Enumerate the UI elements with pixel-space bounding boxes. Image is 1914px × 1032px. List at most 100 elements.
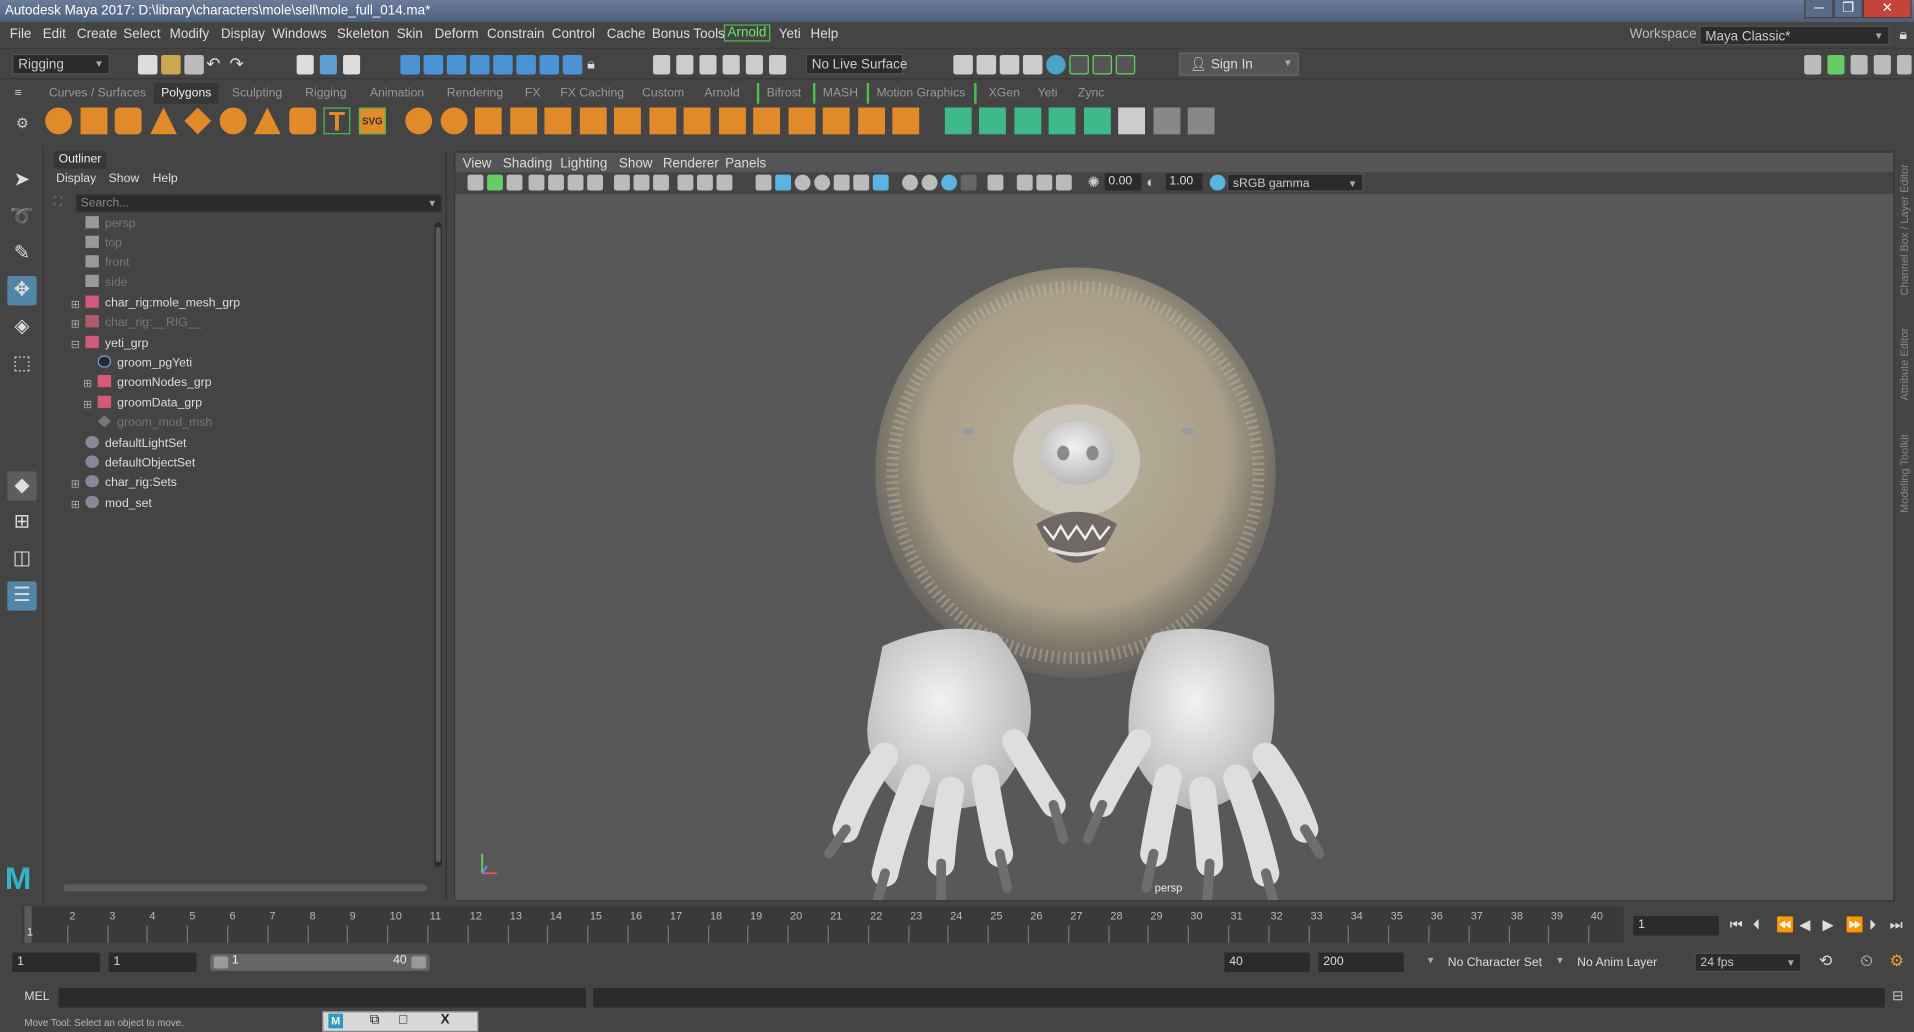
viewport-menu-renderer[interactable]: Renderer (663, 156, 719, 171)
tab-curves-surfaces[interactable]: Curves / Surfaces (49, 83, 146, 104)
outliner-item-top[interactable]: top (85, 234, 122, 254)
menu-control[interactable]: Control (552, 27, 595, 42)
viewport-menu-lighting[interactable]: Lighting (560, 156, 607, 171)
film-gate-icon[interactable] (614, 174, 630, 191)
history-icon[interactable] (653, 54, 671, 75)
outliner-item-defaultlightset[interactable]: defaultLightSet (85, 435, 186, 455)
mirror-icon[interactable] (474, 107, 502, 135)
tab-fx[interactable]: FX (525, 83, 541, 104)
poly-svg-icon[interactable]: SVG (358, 107, 386, 135)
current-frame-field[interactable]: 1 (1633, 915, 1719, 936)
append-polygon-icon[interactable] (788, 107, 816, 135)
expand-icon[interactable]: ⊞ (71, 474, 80, 494)
play-forwards-icon[interactable]: ▶ (1823, 916, 1834, 933)
uv-cylindrical-icon[interactable] (979, 107, 1006, 135)
step-back-key-icon[interactable]: ⏪ (1776, 916, 1794, 933)
script-language-label[interactable]: MEL (24, 990, 49, 1003)
fill-hole-icon[interactable] (822, 107, 850, 135)
snap-vertex-icon[interactable] (516, 54, 536, 75)
gear-icon[interactable]: ⚙ (16, 115, 29, 132)
multi-cut-icon[interactable] (614, 107, 641, 135)
output-ops-icon[interactable] (699, 54, 717, 75)
maximize-icon[interactable]: □ (399, 1012, 407, 1027)
exposure-icon[interactable]: ✺ (1088, 173, 1100, 190)
outliner-item-mod-set[interactable]: mod_set (85, 495, 152, 515)
gate-mask-icon[interactable] (653, 174, 669, 191)
make-live-icon[interactable] (745, 54, 763, 75)
select-by-object-icon[interactable] (319, 54, 337, 75)
snap-point-icon[interactable] (446, 54, 467, 75)
separate-icon[interactable] (440, 107, 468, 135)
menuset-dropdown[interactable]: Rigging ▼ (12, 53, 110, 75)
reduce-icon[interactable] (858, 107, 886, 135)
go-to-end-icon[interactable]: ⏭ (1890, 916, 1903, 934)
outliner-title[interactable]: Outliner (53, 151, 107, 169)
lock-icon[interactable]: 🔒︎ (1899, 26, 1907, 44)
menu-constrain[interactable]: Constrain (487, 27, 544, 42)
filter-icon[interactable]: ⛶ (54, 195, 63, 208)
target-weld-icon[interactable] (683, 107, 711, 135)
cleanup-icon[interactable] (892, 107, 920, 135)
outliner-item-rig[interactable]: char_rig:__RIG__ (85, 314, 201, 334)
symmetry-icon[interactable] (562, 54, 583, 75)
persp-outliner-icon[interactable]: ◫ (7, 545, 36, 574)
tab-arnold[interactable]: Arnold (704, 83, 739, 104)
modeling-toolkit-tab[interactable]: Modeling Toolkit (1898, 434, 1910, 513)
workspace-dropdown[interactable]: Maya Classic* ▼ (1699, 25, 1890, 46)
uv-cut-icon[interactable] (1153, 107, 1181, 135)
hypershade-icon[interactable] (1046, 54, 1066, 75)
minimized-window-bar[interactable]: M ⧉ □ X (322, 1011, 479, 1032)
range-start-handle[interactable] (213, 956, 229, 969)
chevron-down-icon[interactable]: ▼ (427, 195, 437, 211)
step-back-icon[interactable]: ⏴ (1753, 916, 1760, 934)
range-end-handle[interactable] (411, 956, 427, 969)
menu-arnold[interactable]: Arnold (723, 24, 771, 42)
chevron-down-icon[interactable]: ▼ (1426, 955, 1436, 966)
exposure-field[interactable]: 0.00 (1104, 173, 1142, 191)
attribute-editor-icon[interactable] (1850, 54, 1868, 75)
uv-spherical-icon[interactable] (1014, 107, 1042, 135)
poly-cube-icon[interactable] (80, 107, 108, 135)
menu-windows[interactable]: Windows (272, 27, 326, 42)
tab-yeti[interactable]: Yeti (1038, 83, 1058, 104)
live-surface-field[interactable]: No Live Surface (805, 53, 907, 75)
color-management-icon[interactable] (1209, 174, 1226, 191)
bookmark-icon[interactable] (506, 174, 523, 191)
anim-end-field[interactable]: 200 (1318, 952, 1404, 973)
start-time-field[interactable]: 1 (12, 952, 101, 973)
time-slider[interactable]: 1 2 3 4 5 6 7 8 9 10 11 12 13 14 15 16 17 18 19 20 21 22 23 24… (0, 906, 1914, 943)
outliner-item-groom-pgyeti[interactable]: groom_pgYeti (97, 354, 192, 374)
snap-view-plane-icon[interactable] (469, 54, 490, 75)
new-scene-icon[interactable] (137, 54, 158, 75)
go-to-start-icon[interactable]: ⏮ (1730, 916, 1743, 934)
time-ruler[interactable]: 1 2 3 4 5 6 7 8 9 10 11 12 13 14 15 16 17 18 19 20 21 22 23 24… (21, 906, 1624, 943)
tab-xgen[interactable]: XGen (974, 83, 1020, 104)
lock-selection-icon[interactable]: 🔒︎ (587, 55, 595, 73)
default-material-icon[interactable] (794, 174, 811, 191)
outliner-item-yeti-grp[interactable]: yeti_grp (85, 335, 148, 355)
snap-curve-icon[interactable] (423, 54, 444, 75)
combine-icon[interactable] (405, 107, 433, 135)
tab-sculpting[interactable]: Sculpting (232, 83, 282, 104)
offset-edge-loop-icon[interactable] (753, 107, 781, 135)
range-slider[interactable]: 1 40 (209, 953, 430, 971)
select-by-hierarchy-icon[interactable] (296, 54, 314, 75)
poly-torus-icon[interactable] (219, 107, 247, 135)
isolate-select-icon[interactable] (987, 174, 1004, 191)
scale-tool-icon[interactable]: ⬚ (7, 349, 36, 378)
redo-icon[interactable]: ↷ (229, 54, 243, 75)
outliner-menu-display[interactable]: Display (56, 172, 96, 185)
poly-plane-icon[interactable] (184, 107, 212, 135)
outliner-menu-show[interactable]: Show (109, 172, 140, 185)
extrude-icon[interactable] (544, 107, 572, 135)
uv-planar-icon[interactable] (944, 107, 972, 135)
scroll-thumb[interactable] (435, 227, 441, 863)
render-view-icon[interactable] (953, 54, 973, 75)
depth-of-field-icon[interactable] (960, 174, 977, 191)
wireframe-on-shaded-icon[interactable] (814, 174, 831, 191)
resolution-gate-icon[interactable] (633, 174, 650, 191)
fps-dropdown[interactable]: 24 fps ▼ (1694, 952, 1802, 973)
tab-animation[interactable]: Animation (370, 83, 424, 104)
expand-icon[interactable]: ⊞ (83, 394, 92, 414)
expand-icon[interactable]: ⊞ (71, 495, 80, 515)
